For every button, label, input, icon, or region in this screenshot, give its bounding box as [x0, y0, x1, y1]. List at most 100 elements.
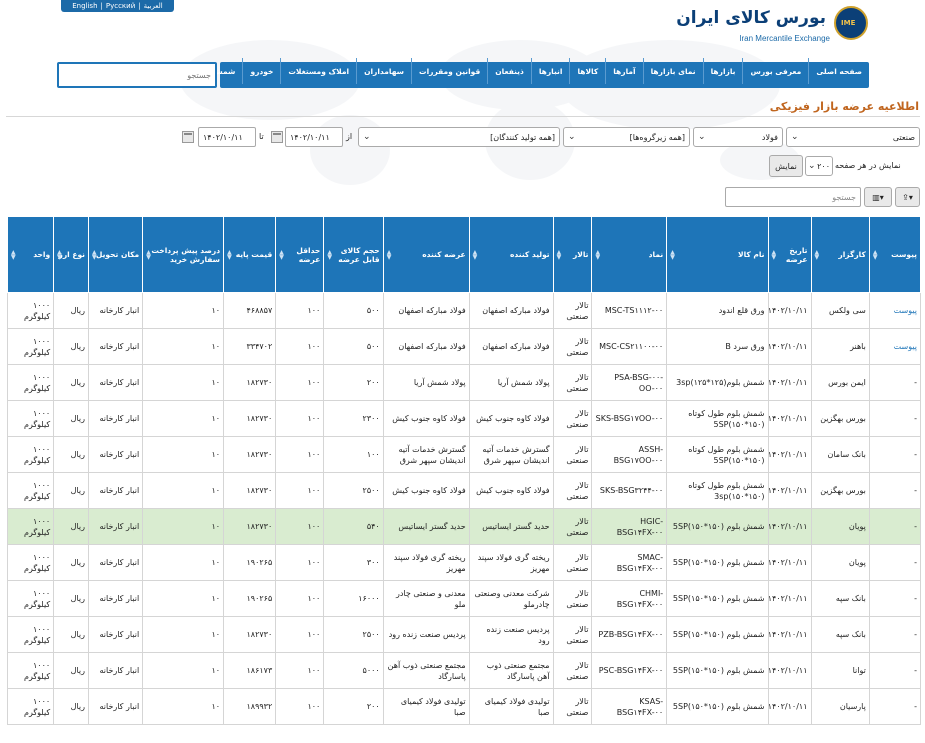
nav-item-about[interactable]: معرفی بورس [742, 58, 808, 84]
sort-arrows-icon[interactable]: ▲ ▼ [327, 249, 332, 260]
market-select[interactable]: صنعتی ⌄ [786, 127, 920, 147]
cell-symbol: SKS-BSG۳۲۴۴-۰۰ [591, 472, 668, 509]
nav-item-commodities[interactable]: کالاها [569, 58, 605, 84]
sort-arrows-icon[interactable]: ▲ ▼ [772, 249, 777, 260]
column-header-min[interactable]: حداقل عرضه ▲ ▼ [275, 216, 325, 293]
table-row[interactable]: - بانک سپه ۱۴۰۲/۱۰/۱۱ شمش بلوم (۱۵۰*۱۵۰)5SP… [6, 616, 922, 653]
nav-item-statistics[interactable]: آمارها [605, 58, 642, 84]
site-logo[interactable]: IME بورس کالای ایران Iran Mercantile Exc… [676, 4, 870, 50]
show-button[interactable]: نمایش [769, 155, 803, 177]
attachment-link[interactable]: پیوست [894, 342, 917, 351]
table-row[interactable]: - پارسیان ۱۴۰۲/۱۰/۱۱ شمش بلوم (۱۵۰*۱۵۰)5SP K… [6, 688, 922, 725]
site-search-input[interactable] [59, 64, 215, 86]
cell-unit: ۱۰۰۰ کیلوگرم [6, 436, 55, 473]
cell-volume: ۵۰۰ [323, 328, 384, 365]
table-row[interactable]: پیوست باهنر ۱۴۰۲/۱۰/۱۱ ورق سرد B MSC-CS۲۱۱۰۰… [6, 328, 922, 365]
nav-item-stakeholders[interactable]: ذینفعان [487, 58, 531, 84]
column-header-supplier[interactable]: عرضه کننده ▲ ▼ [382, 216, 470, 293]
to-date-input[interactable]: ۱۴۰۲/۱۰/۱۱ [198, 127, 256, 147]
nav-item-markets[interactable]: بازارها [702, 58, 743, 84]
lang-english[interactable]: English [72, 2, 97, 10]
sort-arrows-icon[interactable]: ▲ ▼ [57, 249, 62, 260]
sort-arrows-icon[interactable]: ▲ ▼ [473, 249, 478, 260]
cell-volume: ۲۵۰۰ [323, 472, 384, 509]
cell-volume: ۵۴۰ [323, 508, 384, 545]
cell-unit: ۱۰۰۰ کیلوگرم [6, 652, 55, 689]
sort-arrows-icon[interactable]: ▲ ▼ [670, 249, 675, 260]
column-header-label: درصد پیش پرداخت سفارش خرید [151, 245, 221, 264]
cell-price: ۳۳۴۷۰۲ [223, 328, 277, 365]
nav-item-home[interactable]: صفحه اصلی [808, 58, 869, 84]
column-header-hall[interactable]: تالار ▲ ▼ [552, 216, 593, 293]
sort-arrows-icon[interactable]: ▲ ▼ [146, 249, 151, 260]
cell-date: ۱۴۰۲/۱۰/۱۱ [767, 472, 812, 509]
cell-broker: پارسیان [810, 688, 870, 725]
group-select-value: فولاد [761, 132, 778, 142]
table-row[interactable]: - بانک سپه ۱۴۰۲/۱۰/۱۱ شمش بلوم (۱۵۰*۱۵۰)5SP… [6, 580, 922, 617]
nav-item-warehouses[interactable]: انبارها [530, 58, 570, 84]
column-header-unit[interactable]: واحد ▲ ▼ [6, 216, 55, 293]
table-row[interactable]: - پویان ۱۴۰۲/۱۰/۱۱ شمش بلوم (۱۵۰*۱۵۰)5SP HGI… [6, 508, 922, 545]
nav-item-market-view[interactable]: نمای بازارها [642, 58, 703, 84]
cell-attach: پیوست [868, 292, 922, 329]
column-header-name[interactable]: نام کالا ▲ ▼ [666, 216, 769, 293]
subgroup-select[interactable]: [همه زیرگروه‌ها] ⌄ [563, 127, 690, 147]
producer-select[interactable]: [همه تولید کنندگان] ⌄ [358, 127, 560, 147]
from-date-input[interactable]: ۱۴۰۲/۱۰/۱۱ [285, 127, 343, 147]
cell-producer: پولاد شمش آریا [468, 364, 554, 401]
columns-icon[interactable]: ▥▾ [864, 187, 892, 207]
table-row[interactable]: - بورس بهگزین ۱۴۰۲/۱۰/۱۱ شمش بلوم طول کوتاه… [6, 472, 922, 509]
nav-item-shareholders[interactable]: سهامداران [356, 58, 411, 84]
nav-item-real-estate[interactable]: املاک ومستغلات [280, 58, 356, 84]
column-header-place[interactable]: مکان تحویل ▲ ▼ [87, 216, 144, 293]
cell-unit: ۱۰۰۰ کیلوگرم [6, 364, 55, 401]
column-header-price[interactable]: قیمت پایه ▲ ▼ [223, 216, 277, 293]
cell-date: ۱۴۰۲/۱۰/۱۱ [767, 544, 812, 581]
column-header-volume[interactable]: حجم کالای قابل عرضه ▲ ▼ [323, 216, 384, 293]
sort-arrows-icon[interactable]: ▲ ▼ [279, 249, 284, 260]
sort-arrows-icon[interactable]: ▲ ▼ [387, 249, 392, 260]
sort-arrows-icon[interactable]: ▲ ▼ [92, 249, 97, 260]
cell-hall: تالار صنعتی [552, 544, 593, 581]
main-nav: صفحه اصلی معرفی بورس بازارها نمای بازاره… [197, 58, 869, 88]
column-header-currency[interactable]: نوع ارز ▲ ▼ [53, 216, 89, 293]
table-row[interactable]: پیوست سی ولکس ۱۴۰۲/۱۰/۱۱ ورق قلع اندود MSC-T… [6, 292, 922, 329]
column-header-prepay[interactable]: درصد پیش پرداخت سفارش خرید ▲ ▼ [142, 216, 225, 293]
column-header-date[interactable]: تاریخ عرضه ▲ ▼ [767, 216, 812, 293]
table-row[interactable]: - پویان ۱۴۰۲/۱۰/۱۱ شمش بلوم (۱۵۰*۱۵۰)5SP SMA… [6, 544, 922, 581]
group-select[interactable]: فولاد ⌄ [693, 127, 783, 147]
sort-arrows-icon[interactable]: ▲ ▼ [557, 249, 562, 260]
column-header-producer[interactable]: تولید کننده ▲ ▼ [468, 216, 554, 293]
column-header-symbol[interactable]: نماد ▲ ▼ [591, 216, 668, 293]
cell-currency: ریال [53, 364, 89, 401]
table-row[interactable]: - بورس بهگزین ۱۴۰۲/۱۰/۱۱ شمش بلوم طول کوتاه… [6, 400, 922, 437]
sort-arrows-icon[interactable]: ▲ ▼ [815, 249, 820, 260]
page-title: اطلاعیه عرضه بازار فیزیکی [769, 100, 919, 113]
cell-min: ۱۰۰ [275, 688, 325, 725]
cell-producer: مجتمع صنعتی ذوب آهن پاسارگاد [468, 652, 554, 689]
cell-price: ۱۸۲۷۳۰ [223, 472, 277, 509]
cell-symbol: CHMI-BSG۱۴FX-۰۰ [591, 580, 668, 617]
cell-volume: ۵۰۰۰ [323, 652, 384, 689]
column-header-attach[interactable]: پیوست ▲ ▼ [868, 216, 922, 293]
grid-search-input[interactable]: جستجو [725, 187, 861, 207]
sort-arrows-icon[interactable]: ▲ ▼ [227, 249, 232, 260]
table-row[interactable]: - توانا ۱۴۰۲/۱۰/۱۱ شمش بلوم (۱۵۰*۱۵۰)5SP PSC… [6, 652, 922, 689]
nav-item-car[interactable]: خودرو [242, 58, 280, 84]
calendar-icon[interactable] [182, 131, 194, 143]
lang-arabic[interactable]: العربية [144, 2, 163, 10]
lang-russian[interactable]: Русский [106, 2, 135, 10]
per-page-select[interactable]: ۲۰۰ ⌄ [805, 156, 833, 176]
nav-item-regulations[interactable]: قوانین ومقررات [411, 58, 487, 84]
export-icon[interactable]: ⇪▾ [895, 187, 920, 207]
sort-arrows-icon[interactable]: ▲ ▼ [873, 249, 878, 260]
sort-arrows-icon[interactable]: ▲ ▼ [595, 249, 600, 260]
lang-separator: | [100, 2, 103, 10]
table-row[interactable]: - بانک سامان ۱۴۰۲/۱۰/۱۱ شمش بلوم طول کوتاه … [6, 436, 922, 473]
column-header-broker[interactable]: کارگزار ▲ ▼ [810, 216, 870, 293]
table-row[interactable]: - ایمن بورس ۱۴۰۲/۱۰/۱۱ شمش بلوم(۱۲۵*۱۲۵)3sp… [6, 364, 922, 401]
cell-broker: بورس بهگزین [810, 472, 870, 509]
sort-arrows-icon[interactable]: ▲ ▼ [11, 249, 16, 260]
calendar-icon[interactable] [271, 131, 283, 143]
attachment-link[interactable]: پیوست [894, 306, 917, 315]
